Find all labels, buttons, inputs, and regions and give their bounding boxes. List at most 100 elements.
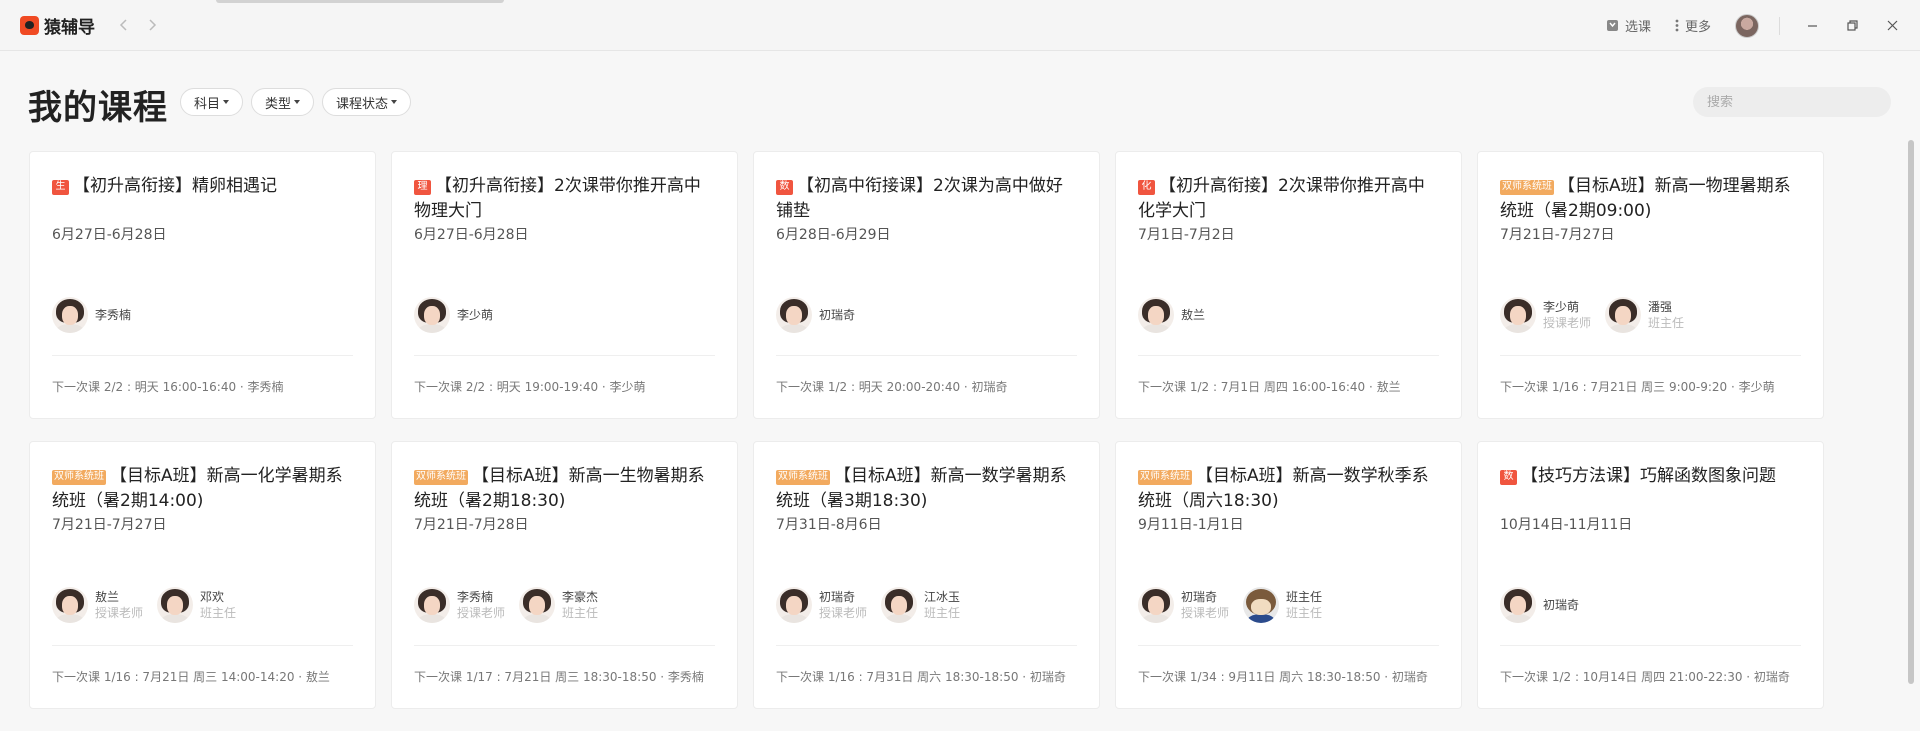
next-lesson-info: 下一次课 1/17 : 7月21日 周三 18:30-18:50 · 李秀楠 bbox=[414, 670, 704, 684]
card-divider bbox=[1500, 355, 1801, 356]
filter-bar: 科目 类型 课程状态 bbox=[180, 88, 412, 116]
card-divider bbox=[1138, 645, 1439, 646]
course-card[interactable]: 双师系统班 【目标A班】新高一化学暑期系统班（暑2期14:00) 7月21日-7月2… bbox=[29, 441, 376, 709]
more-button[interactable]: 更多 bbox=[1675, 16, 1711, 35]
teacher: 李豪杰 班主任 bbox=[519, 587, 598, 623]
course-title: 双师系统班 【目标A班】新高一数学暑期系统班（暑3期18:30) bbox=[776, 464, 1077, 514]
minimize-button[interactable] bbox=[1792, 20, 1832, 31]
next-lesson-info: 下一次课 1/16 : 7月21日 周三 14:00-14:20 · 敖兰 bbox=[52, 670, 330, 684]
teacher-avatar bbox=[1138, 587, 1174, 623]
card-divider bbox=[414, 645, 715, 646]
next-lesson-info: 下一次课 1/16 : 7月31日 周六 18:30-18:50 · 初瑞奇 bbox=[776, 670, 1066, 684]
course-title-text: 【初高中衔接课】2次课为高中做好铺垫 bbox=[776, 176, 1063, 221]
teacher-avatar bbox=[414, 587, 450, 623]
teacher-list: 初瑞奇 授课老师 江冰玉 班主任 bbox=[776, 587, 960, 623]
teacher: 李少萌 授课老师 bbox=[1500, 297, 1591, 333]
filter-subject[interactable]: 科目 bbox=[180, 88, 244, 116]
course-date: 7月31日-8月6日 bbox=[776, 517, 882, 533]
course-card[interactable]: 数【技巧方法课】巧解函数图象问题 10月14日-11月11日 初瑞奇 下一次课 1/2… bbox=[1477, 441, 1824, 709]
course-card[interactable]: 化【初升高衔接】2次课带你推开高中化学大门 7月1日-7月2日 敖兰 下一次课 1/2… bbox=[1115, 151, 1462, 419]
forward-arrow-icon[interactable] bbox=[145, 18, 159, 32]
filter-status[interactable]: 课程状态 bbox=[322, 88, 412, 116]
course-title: 生【初升高衔接】精卵相遇记 bbox=[52, 174, 353, 224]
course-card[interactable]: 数【初高中衔接课】2次课为高中做好铺垫 6月28日-6月29日 初瑞奇 下一次课 1/… bbox=[753, 151, 1100, 419]
teacher-name: 李秀楠 bbox=[457, 590, 494, 604]
teacher-name: 李豪杰 bbox=[562, 590, 599, 604]
restore-button[interactable] bbox=[1832, 20, 1872, 31]
course-card[interactable]: 理【初升高衔接】2次课带你推开高中物理大门 6月27日-6月28日 李少萌 下一次课 … bbox=[391, 151, 738, 419]
teacher: 敖兰 授课老师 bbox=[52, 587, 143, 623]
teacher: 初瑞奇 授课老师 bbox=[776, 587, 867, 623]
subject-badge: 化 bbox=[1138, 180, 1155, 195]
teacher-list: 初瑞奇 授课老师 班主任 班主任 bbox=[1138, 587, 1322, 623]
course-title: 数【技巧方法课】巧解函数图象问题 bbox=[1500, 464, 1801, 514]
course-title-text: 【初升高衔接】2次课带你推开高中化学大门 bbox=[1138, 176, 1425, 221]
teacher: 李少萌 bbox=[414, 297, 493, 333]
teacher-name: 初瑞奇 bbox=[819, 590, 856, 604]
select-course-label: 选课 bbox=[1624, 20, 1651, 35]
teacher-role: 授课老师 bbox=[1181, 606, 1230, 620]
caret-down-icon bbox=[223, 100, 230, 104]
card-divider bbox=[414, 355, 715, 356]
subject-badge: 双师系统班 bbox=[1500, 180, 1554, 195]
restore-icon bbox=[1846, 20, 1858, 31]
teacher-avatar bbox=[519, 587, 556, 623]
titlebar-separator bbox=[1779, 16, 1780, 35]
teacher-role: 授课老师 bbox=[819, 606, 868, 620]
teacher-avatar bbox=[1500, 297, 1536, 333]
next-lesson-info: 下一次课 2/2 : 明天 16:00-16:40 · 李秀楠 bbox=[52, 380, 284, 394]
teacher-name: 敖兰 bbox=[95, 590, 120, 604]
teacher-avatar bbox=[52, 587, 88, 623]
teacher-name: 潘强 bbox=[1648, 300, 1673, 314]
course-title-text: 【技巧方法课】巧解函数图象问题 bbox=[1521, 466, 1776, 486]
subject-badge: 双师系统班 bbox=[1138, 470, 1192, 485]
course-card[interactable]: 生【初升高衔接】精卵相遇记 6月27日-6月28日 李秀楠 下一次课 2/2 : 明天… bbox=[29, 151, 376, 419]
filter-type[interactable]: 类型 bbox=[251, 88, 315, 116]
teacher-name: 李少萌 bbox=[457, 308, 494, 322]
course-card[interactable]: 双师系统班 【目标A班】新高一生物暑期系统班（暑2期18:30) 7月21日-7月2… bbox=[391, 441, 738, 709]
course-date: 7月21日-7月27日 bbox=[1500, 227, 1615, 243]
subject-badge: 数 bbox=[1500, 470, 1517, 485]
mascot-avatar bbox=[1243, 587, 1280, 623]
teacher-list: 敖兰 bbox=[1138, 297, 1205, 333]
course-date: 10月14日-11月11日 bbox=[1500, 517, 1633, 533]
subject-badge: 双师系统班 bbox=[776, 470, 830, 485]
course-card[interactable]: 双师系统班 【目标A班】新高一物理暑期系统班（暑2期09:00) 7月21日-7月2… bbox=[1477, 151, 1824, 419]
teacher-role: 授课老师 bbox=[457, 606, 506, 620]
course-date: 7月1日-7月2日 bbox=[1138, 227, 1235, 243]
teacher-list: 初瑞奇 bbox=[1500, 587, 1579, 623]
select-course-button[interactable]: 选课 bbox=[1606, 16, 1651, 35]
course-card[interactable]: 双师系统班 【目标A班】新高一数学秋季系统班（周六18:30) 9月11日-1月1日… bbox=[1115, 441, 1462, 709]
teacher: 初瑞奇 授课老师 bbox=[1138, 587, 1229, 623]
teacher: 潘强 班主任 bbox=[1605, 297, 1684, 333]
subject-badge: 双师系统班 bbox=[414, 470, 468, 485]
subject-badge: 生 bbox=[52, 180, 69, 195]
app-logo-icon bbox=[20, 15, 39, 35]
user-avatar[interactable] bbox=[1735, 13, 1759, 38]
course-title: 双师系统班 【目标A班】新高一生物暑期系统班（暑2期18:30) bbox=[414, 464, 715, 514]
teacher-list: 李少萌 bbox=[414, 297, 493, 333]
caret-down-icon bbox=[294, 100, 301, 104]
course-date: 9月11日-1月1日 bbox=[1138, 517, 1244, 533]
back-arrow-icon[interactable] bbox=[117, 18, 131, 32]
teacher: 初瑞奇 bbox=[776, 297, 855, 333]
close-button[interactable] bbox=[1872, 20, 1912, 31]
teacher-name: 江冰玉 bbox=[924, 590, 961, 604]
filter-status-label: 课程状态 bbox=[336, 96, 389, 112]
course-card[interactable]: 双师系统班 【目标A班】新高一数学暑期系统班（暑3期18:30) 7月31日-8月6… bbox=[753, 441, 1100, 709]
card-divider bbox=[52, 645, 353, 646]
scrollbar-thumb[interactable] bbox=[1908, 140, 1914, 684]
teacher-list: 李秀楠授课老师 李豪杰 班主任 bbox=[414, 587, 598, 623]
course-date: 6月27日-6月28日 bbox=[52, 227, 167, 243]
search-input[interactable] bbox=[1707, 94, 1877, 110]
teacher-avatar bbox=[1138, 297, 1174, 333]
course-date: 7月21日-7月28日 bbox=[414, 517, 529, 533]
subject-badge: 数 bbox=[776, 180, 793, 195]
card-divider bbox=[1500, 645, 1801, 646]
next-lesson-info: 下一次课 2/2 : 明天 19:00-19:40 · 李少萌 bbox=[414, 380, 646, 394]
teacher-avatar bbox=[157, 587, 194, 623]
next-lesson-info: 下一次课 1/16 : 7月21日 周三 9:00-9:20 · 李少萌 bbox=[1500, 380, 1775, 394]
window-shadow bbox=[216, 0, 504, 3]
search-box bbox=[1693, 87, 1891, 117]
course-title: 双师系统班 【目标A班】新高一物理暑期系统班（暑2期09:00) bbox=[1500, 174, 1801, 224]
